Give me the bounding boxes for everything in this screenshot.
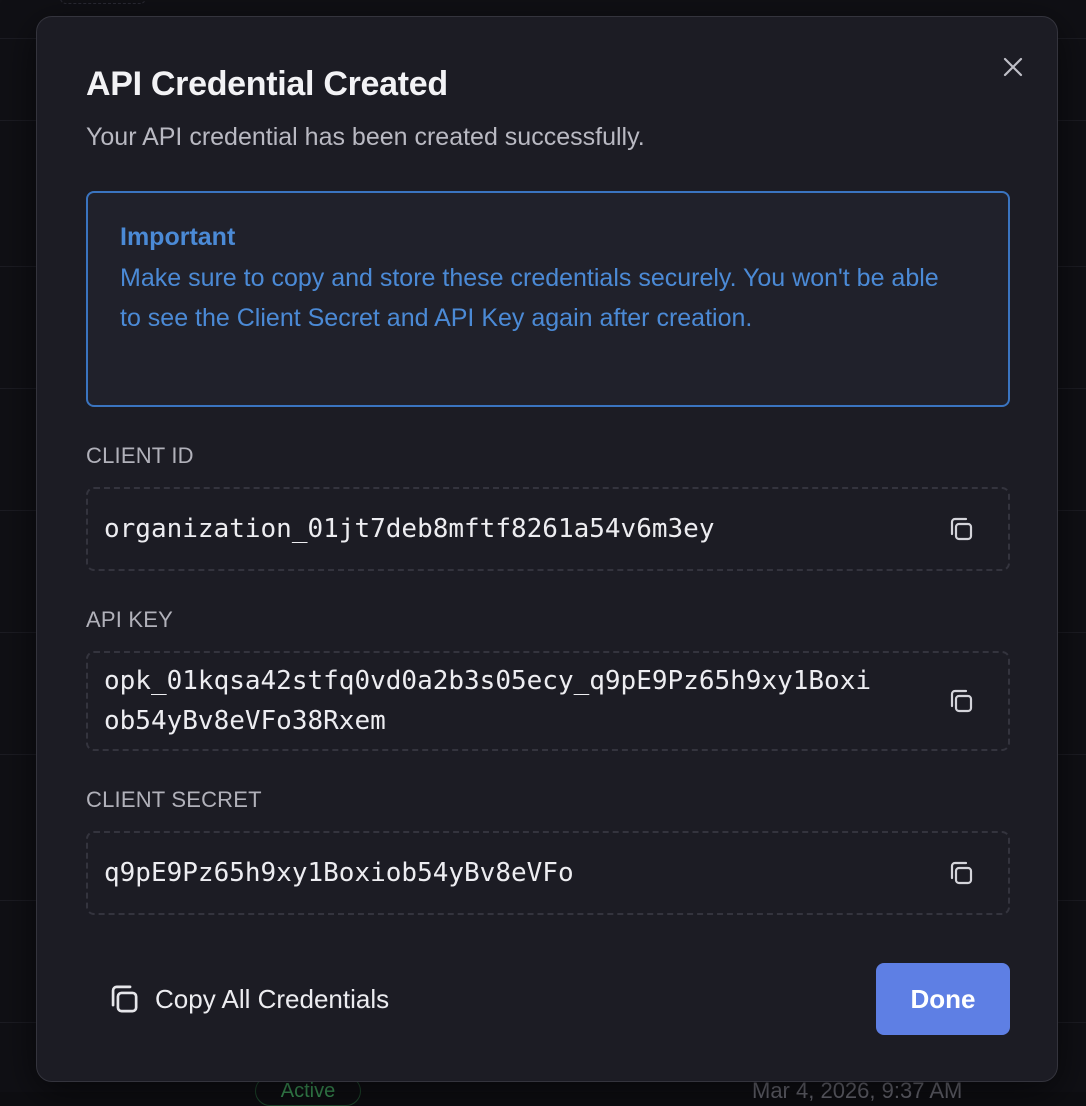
client-id-value[interactable]: organization_01jt7deb8mftf8261a54v6m3ey xyxy=(104,509,884,549)
copy-all-credentials-button[interactable]: Copy All Credentials xyxy=(107,977,389,1021)
client-secret-label: CLIENT SECRET xyxy=(86,787,262,812)
api-key-value[interactable]: opk_01kqsa42stfq0vd0a2b3s05ecy_q9pE9Pz65… xyxy=(104,661,884,741)
copy-icon xyxy=(111,985,138,1013)
client-secret-value[interactable]: q9pE9Pz65h9xy1Boxiob54yBv8eVFo xyxy=(104,853,884,893)
background-element xyxy=(60,0,146,4)
copy-icon xyxy=(950,689,973,713)
notice-title: Important xyxy=(120,223,236,251)
api-key-label: API KEY xyxy=(86,607,173,632)
copy-icon xyxy=(950,517,973,541)
close-icon xyxy=(1003,57,1023,77)
api-key-field: opk_01kqsa42stfq0vd0a2b3s05ecy_q9pE9Pz65… xyxy=(86,651,1010,751)
credential-created-dialog: API Credential Created Your API credenti… xyxy=(36,16,1058,1082)
client-id-field: organization_01jt7deb8mftf8261a54v6m3ey xyxy=(86,487,1010,571)
copy-api-key-button[interactable] xyxy=(946,686,976,716)
client-secret-field: q9pE9Pz65h9xy1Boxiob54yBv8eVFo xyxy=(86,831,1010,915)
copy-icon xyxy=(950,861,973,885)
copy-all-label: Copy All Credentials xyxy=(155,983,390,1014)
dialog-subtitle: Your API credential has been created suc… xyxy=(86,123,645,151)
done-button[interactable]: Done xyxy=(876,963,1010,1035)
close-button[interactable] xyxy=(999,53,1027,81)
dialog-title: API Credential Created xyxy=(86,65,448,103)
copy-client-secret-button[interactable] xyxy=(946,858,976,888)
copy-client-id-button[interactable] xyxy=(946,514,976,544)
client-id-label: CLIENT ID xyxy=(86,443,194,468)
notice-body: Make sure to copy and store these creden… xyxy=(120,264,939,332)
important-notice: Important Make sure to copy and store th… xyxy=(86,191,1010,407)
